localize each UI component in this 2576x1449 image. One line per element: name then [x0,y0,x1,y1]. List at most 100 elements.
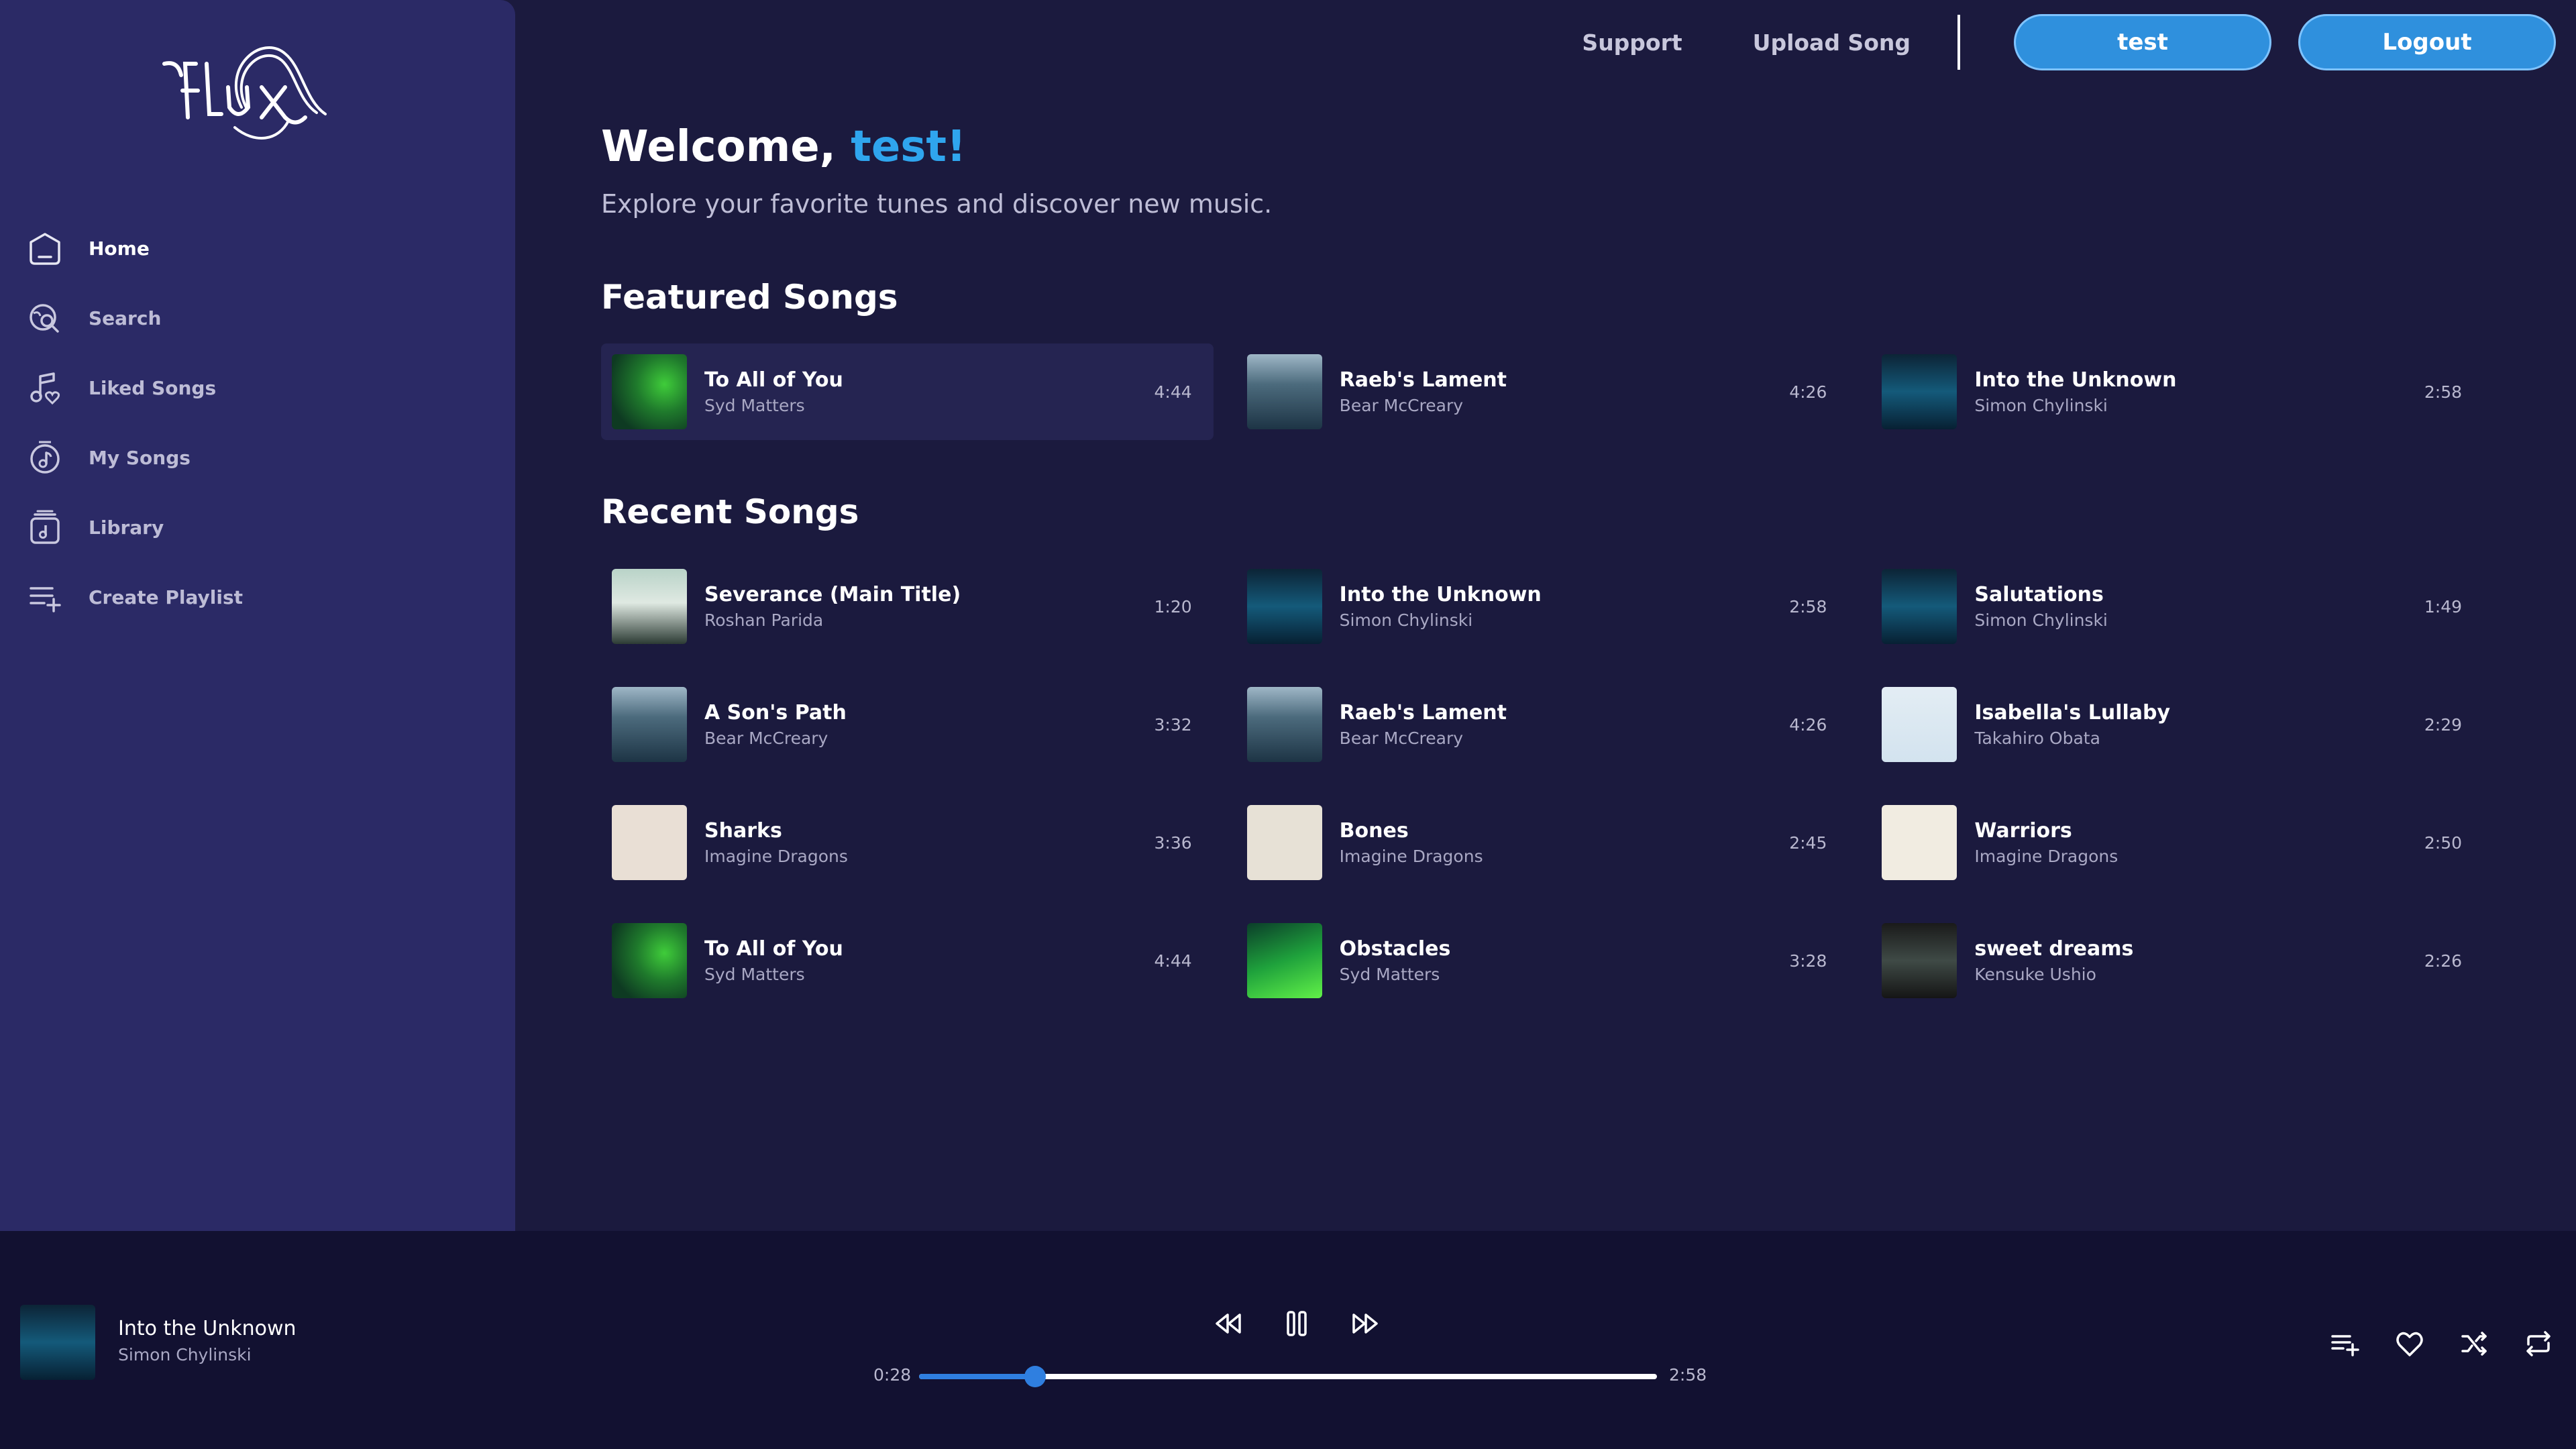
song-info: Obstacles Syd Matters [1340,937,1776,984]
song-card[interactable]: Raeb's Lament Bear McCreary 4:26 [1236,676,1849,773]
album-cover [612,569,687,644]
add-to-playlist-button[interactable] [2326,1325,2364,1362]
song-title: Into the Unknown [1974,368,2177,392]
liked-songs-icon [25,368,64,407]
sidebar-item-label: Home [89,237,150,260]
song-card[interactable]: To All of You Syd Matters 4:44 [601,343,1214,440]
now-playing-cover[interactable] [20,1305,95,1380]
player-bar: Into the Unknown Simon Chylinski 0:28 2:… [0,1231,2576,1449]
recent-songs-grid: Severance (Main Title) Roshan Parida 1:20 I… [601,558,2506,1030]
song-duration: 1:20 [1154,596,1192,616]
support-link[interactable]: Support [1582,30,1682,56]
album-cover [1246,687,1322,762]
song-card[interactable]: A Son's Path Bear McCreary 3:32 [601,676,1214,773]
song-title: To All of You [704,937,843,961]
song-artist: Bear McCreary [1339,396,1464,415]
my-songs-icon [25,438,64,477]
fast-forward-button[interactable] [1345,1303,1385,1344]
song-card[interactable]: Obstacles Syd Matters 3:28 [1236,912,1849,1009]
song-card[interactable]: Salutations Simon Chylinski 1:49 [1871,558,2483,655]
recent-songs-title: Recent Songs [601,492,859,531]
sidebar-item-home[interactable]: Home [25,213,468,283]
now-playing-title[interactable]: Into the Unknown [118,1317,297,1340]
song-duration: 2:29 [2424,714,2463,735]
song-duration: 3:32 [1154,714,1192,735]
song-title: Severance (Main Title) [704,583,961,606]
song-duration: 2:45 [1789,833,1827,853]
song-title: Raeb's Lament [1339,368,1507,392]
sidebar-item-label: My Songs [89,446,191,469]
sidebar-item-label: Search [89,307,162,329]
logout-button[interactable]: Logout [2298,14,2556,70]
song-artist: Imagine Dragons [1974,847,2118,866]
song-card[interactable]: Severance (Main Title) Roshan Parida 1:20 [601,558,1214,655]
search-icon [25,299,64,337]
elapsed-time: 0:28 [873,1365,912,1385]
sidebar-item-liked-songs[interactable]: Liked Songs [25,353,468,423]
heart-icon [2396,1332,2423,1356]
repeat-button[interactable] [2520,1325,2557,1362]
playback-controls [1194,1303,1399,1344]
song-row: Severance (Main Title) Roshan Parida 1:20 I… [601,558,2506,676]
song-card[interactable]: Sharks Imagine Dragons 3:36 [601,794,1214,891]
rewind-button[interactable] [1208,1303,1248,1344]
sidebar-item-library[interactable]: Library [25,492,468,562]
song-card[interactable]: Into the Unknown Simon Chylinski 2:58 [1871,343,2483,440]
sidebar-item-label: Library [89,516,164,539]
song-card[interactable]: Isabella's Lullaby Takahiro Obata 2:29 [1871,676,2483,773]
song-card[interactable]: Warriors Imagine Dragons 2:50 [1871,794,2483,891]
user-button[interactable]: test [2014,14,2271,70]
song-duration: 4:44 [1154,382,1192,402]
song-info: Into the Unknown Simon Chylinski [1974,368,2411,415]
song-info: Severance (Main Title) Roshan Parida [704,583,1141,630]
progress-knob[interactable] [1024,1366,1046,1387]
sidebar-item-search[interactable]: Search [25,283,468,353]
song-card[interactable]: Into the Unknown Simon Chylinski 2:58 [1236,558,1849,655]
shuffle-button[interactable] [2455,1325,2493,1362]
song-duration: 4:26 [1789,714,1827,735]
sidebar-item-create-playlist[interactable]: Create Playlist [25,562,468,632]
sidebar-item-my-songs[interactable]: My Songs [25,423,468,492]
song-card[interactable]: sweet dreams Kensuke Ushio 2:26 [1871,912,2483,1009]
home-icon [25,229,64,268]
header-divider [1957,15,1960,70]
song-info: Warriors Imagine Dragons [1974,819,2411,866]
song-artist: Imagine Dragons [704,847,848,866]
album-cover [1246,923,1322,998]
rewind-icon [1216,1313,1241,1334]
song-duration: 4:26 [1789,382,1827,402]
song-title: sweet dreams [1974,937,2134,961]
song-artist: Syd Matters [704,396,805,415]
upload-song-link[interactable]: Upload Song [1753,30,1911,56]
song-title: Raeb's Lament [1339,701,1507,724]
song-duration: 1:49 [2424,596,2463,616]
song-info: Bones Imagine Dragons [1340,819,1776,866]
song-artist: Bear McCreary [704,729,828,748]
progress-fill [919,1374,1035,1379]
song-row: Sharks Imagine Dragons 3:36 Bones Imagine Dr… [601,794,2506,912]
song-info: To All of You Syd Matters [704,937,1141,984]
song-row: A Son's Path Bear McCreary 3:32 Raeb's Lame… [601,676,2506,794]
song-artist: Syd Matters [704,965,805,984]
song-card[interactable]: Raeb's Lament Bear McCreary 4:26 [1236,343,1849,440]
add-to-playlist-icon [2331,1335,2359,1356]
song-card[interactable]: Bones Imagine Dragons 2:45 [1236,794,1849,891]
featured-songs-title: Featured Songs [601,278,898,317]
song-artist: Simon Chylinski [1974,396,2108,415]
album-cover [1246,805,1322,880]
song-info: Raeb's Lament Bear McCreary [1340,368,1776,415]
pause-button[interactable] [1277,1303,1317,1344]
pause-icon [1287,1311,1307,1336]
create-playlist-icon [25,578,64,616]
welcome-username: test! [851,122,967,172]
now-playing-artist[interactable]: Simon Chylinski [118,1345,252,1364]
progress-bar[interactable] [919,1366,1657,1387]
album-cover [1246,569,1322,644]
song-artist: Kensuke Ushio [1974,965,2096,984]
song-card[interactable]: To All of You Syd Matters 4:44 [601,912,1214,1009]
flux-logo[interactable] [161,27,356,148]
like-button[interactable] [2391,1325,2428,1362]
song-info: Isabella's Lullaby Takahiro Obata [1974,701,2411,748]
song-row: To All of You Syd Matters 4:44 Obstacles Syd… [601,912,2506,1030]
song-info: sweet dreams Kensuke Ushio [1974,937,2411,984]
